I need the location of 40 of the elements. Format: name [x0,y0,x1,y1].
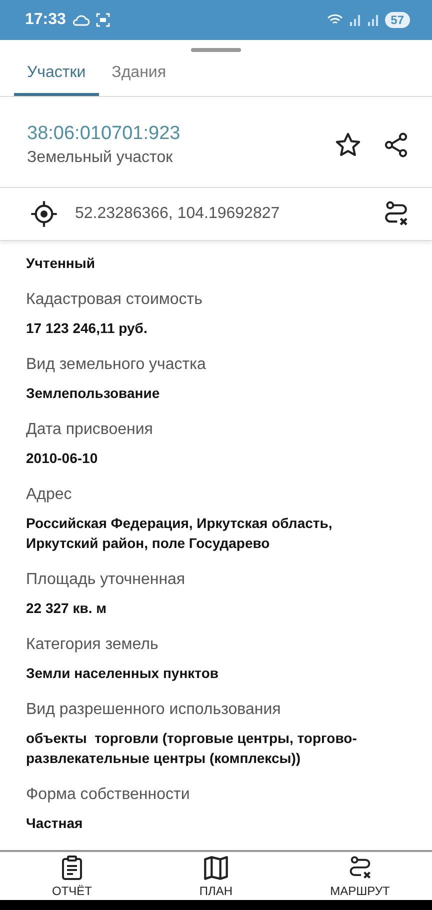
field-value: 2010-06-10 [26,449,99,468]
cloud-icon [72,14,90,26]
clipboard-icon [60,854,84,880]
field-label: Площадь уточненная [26,571,186,589]
battery-indicator: 57 [384,12,410,28]
route-icon[interactable] [382,200,410,228]
field-label: Вид земельного участка [26,356,207,374]
object-type: Земельный участок [27,149,174,167]
signal-icon [366,14,379,26]
wifi-icon [326,14,343,26]
field-label: Адрес [26,486,73,504]
coordinates: 52.23286366, 104.19692827 [75,205,281,223]
field-value: 17 123 246,11 руб. [26,319,148,338]
status-time: 17:33 [25,11,66,29]
location-target-icon[interactable] [30,200,58,228]
field-label: Вид разрешенного использования [26,701,282,719]
field-label: Форма собственности [26,786,191,804]
nav-button[interactable]: ПЛАН [144,852,288,900]
field-label: Дата присвоения [26,421,154,439]
map-icon [203,854,229,880]
field-value: объекты торговли (торговые центры, торгово-развлекательные центры (комплексы)) [26,729,358,768]
cadastral-number: 38:06:010701:923 [27,123,182,145]
tab[interactable]: Здания [98,52,180,96]
signal-icon [348,14,361,26]
field-value: Земли населенных пунктов [26,664,220,683]
nav-button[interactable]: ОТЧЁТ [0,852,144,900]
route-icon [347,854,373,880]
star-icon[interactable] [334,131,362,159]
field-label: Кадастровая стоимость [26,291,204,309]
nav-button[interactable]: МАРШРУТ [288,852,432,900]
field-value: Землепользование [26,384,161,403]
field-value: Частная [26,814,84,833]
field-label: Категория земель [26,636,160,654]
field-value: 22 327 кв. м [26,599,108,618]
field-value: Учтенный [26,254,96,273]
field-value: Российская Федерация, Иркутская область, Иркутский район, поле Государево [26,514,334,553]
tab[interactable]: Участки [14,52,99,96]
drag-handle[interactable] [191,48,241,52]
screenshot-icon [96,13,110,27]
share-icon[interactable] [382,131,410,159]
